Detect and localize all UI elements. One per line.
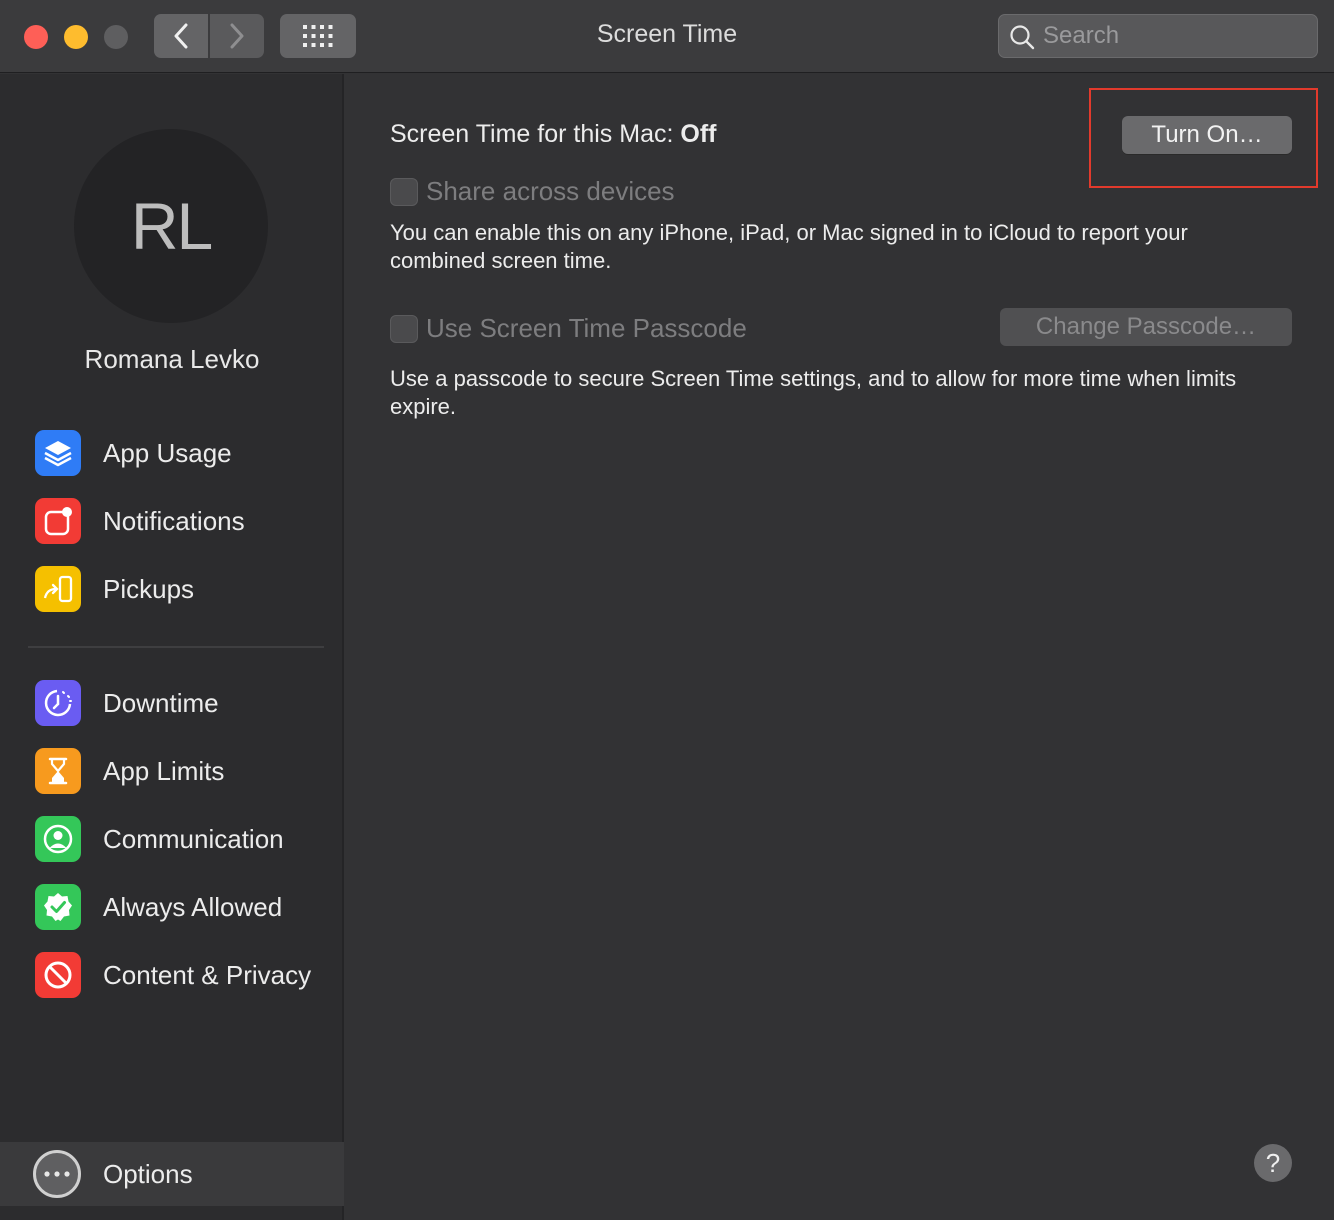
share-across-devices-label: Share across devices — [426, 176, 675, 206]
sidebar-item-label: Pickups — [103, 573, 195, 604]
sidebar-item-app-usage[interactable]: App Usage — [0, 423, 344, 483]
passcode-description: Use a passcode to secure Screen Time set… — [390, 366, 1237, 419]
share-across-devices-checkbox[interactable] — [390, 177, 418, 206]
avatar[interactable]: RL — [74, 129, 268, 323]
no-entry-icon — [35, 952, 81, 998]
search-input[interactable] — [1043, 19, 1303, 53]
title-bar: Screen Time — [0, 0, 1334, 73]
sidebar-item-downtime[interactable]: Downtime — [0, 673, 344, 733]
ellipsis-circle-icon — [33, 1150, 81, 1198]
sidebar-item-notifications[interactable]: Notifications — [0, 491, 344, 551]
sidebar-item-label: App Limits — [103, 755, 225, 786]
checkmark-badge-icon — [35, 884, 81, 930]
search-icon — [1010, 25, 1035, 50]
highlight-box — [1089, 88, 1318, 188]
moon-clock-icon — [35, 680, 81, 726]
pickup-phone-icon — [35, 566, 81, 612]
sidebar-divider — [28, 646, 324, 648]
sidebar-item-content-privacy[interactable]: Content & Privacy — [0, 945, 344, 1005]
help-button[interactable]: ? — [1254, 1144, 1292, 1182]
status-prefix: Screen Time for this Mac: — [390, 120, 681, 148]
user-name[interactable]: Romana Levko — [0, 344, 344, 375]
notification-badge-icon — [35, 498, 81, 544]
sidebar-item-label: Content & Privacy — [103, 959, 312, 990]
sidebar-item-communication[interactable]: Communication — [0, 809, 344, 869]
search-field[interactable] — [998, 14, 1318, 58]
layers-icon — [35, 430, 81, 476]
change-passcode-button[interactable]: Change Passcode… — [1000, 308, 1292, 346]
person-circle-icon — [35, 816, 81, 862]
sidebar-item-label: Always Allowed — [103, 891, 283, 922]
passcode-row: Use Screen Time Passcode — [390, 313, 747, 344]
sidebar: RL Romana Levko App Usage Notifications — [0, 74, 344, 1220]
sidebar-item-label: Notifications — [103, 505, 245, 536]
screen-time-status: Screen Time for this Mac: Off — [390, 120, 716, 149]
sidebar-item-always-allowed[interactable]: Always Allowed — [0, 877, 344, 937]
sidebar-item-label: App Usage — [103, 437, 232, 468]
share-description: You can enable this on any iPhone, iPad,… — [390, 220, 1188, 273]
use-passcode-label: Use Screen Time Passcode — [426, 313, 747, 343]
hourglass-icon — [35, 748, 81, 794]
sidebar-item-label: Downtime — [103, 687, 219, 718]
use-passcode-checkbox[interactable] — [390, 314, 418, 343]
sidebar-item-options[interactable]: Options — [0, 1142, 344, 1206]
sidebar-item-label: Communication — [103, 823, 284, 854]
sidebar-item-label: Options — [103, 1158, 193, 1189]
main-pane: Screen Time for this Mac: Off Turn On… S… — [346, 74, 1334, 1220]
status-value: Off — [680, 120, 717, 148]
sidebar-item-pickups[interactable]: Pickups — [0, 559, 344, 619]
share-across-devices-row: Share across devices — [390, 176, 675, 207]
sidebar-item-app-limits[interactable]: App Limits — [0, 741, 344, 801]
